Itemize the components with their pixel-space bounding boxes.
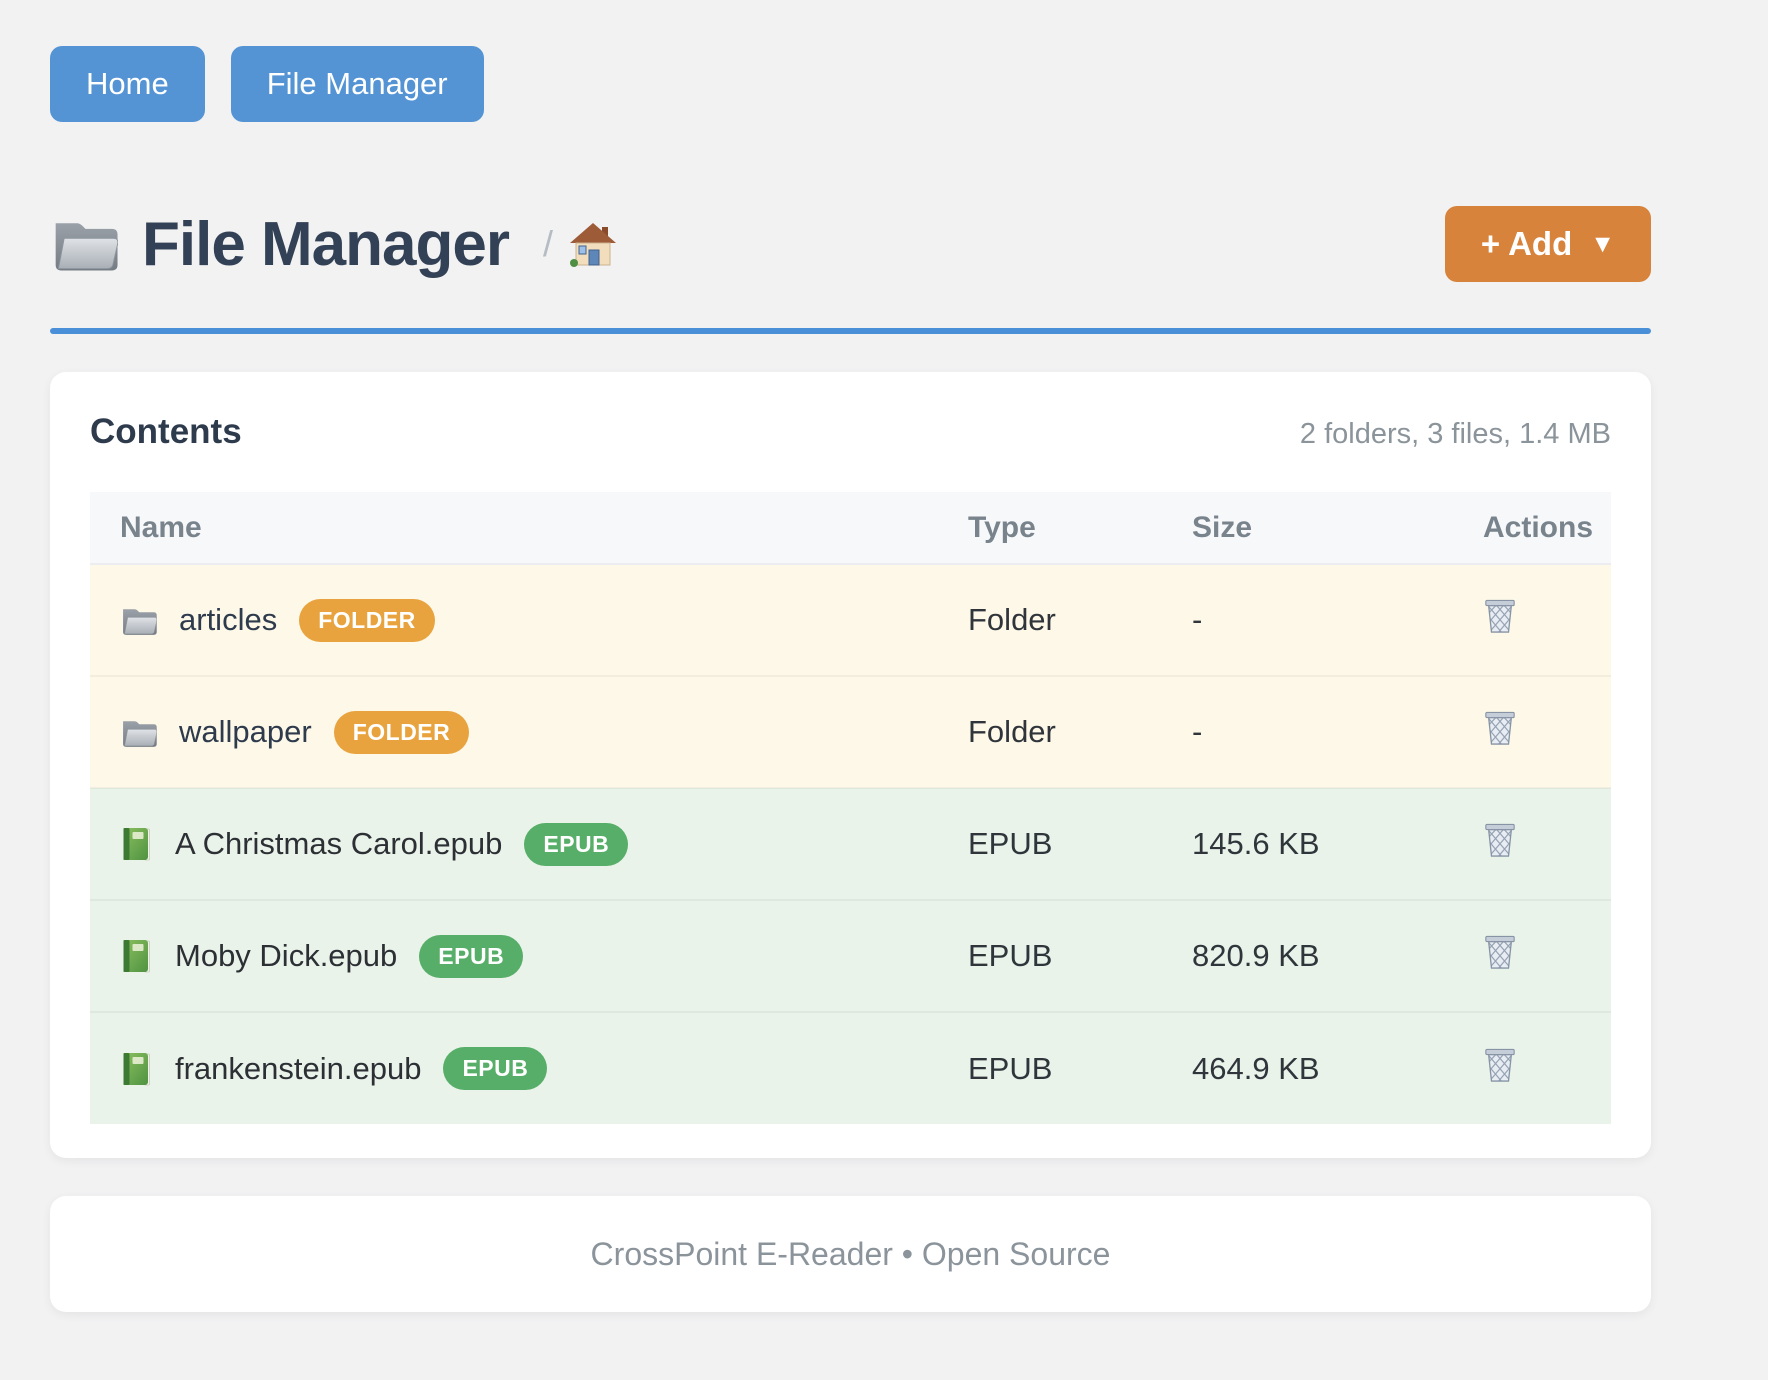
file-manager-nav-button[interactable]: File Manager [231, 46, 484, 122]
actions-cell [1479, 676, 1611, 788]
wastebasket-icon [1483, 821, 1517, 859]
type-cell: Folder [964, 564, 1188, 676]
name-cell: wallpaper FOLDER [90, 676, 964, 788]
item-name-link[interactable]: frankenstein.epub [175, 1051, 421, 1087]
column-header-actions: Actions [1479, 492, 1611, 564]
size-cell: - [1188, 564, 1479, 676]
home-nav-button[interactable]: Home [50, 46, 205, 122]
delete-button[interactable] [1483, 933, 1517, 971]
size-cell: 820.9 KB [1188, 900, 1479, 1012]
house-icon[interactable] [569, 222, 617, 267]
green-book-icon [120, 938, 151, 974]
title-group: File Manager / [50, 209, 617, 280]
contents-header: Contents 2 folders, 3 files, 1.4 MB [90, 412, 1611, 452]
wastebasket-icon [1483, 1046, 1517, 1084]
type-badge: FOLDER [299, 599, 435, 642]
wastebasket-icon [1483, 933, 1517, 971]
wastebasket-icon [1483, 597, 1517, 635]
size-cell: 464.9 KB [1188, 1012, 1479, 1124]
item-name-link[interactable]: A Christmas Carol.epub [175, 826, 502, 862]
column-header-name: Name [90, 492, 964, 564]
type-cell: Folder [964, 676, 1188, 788]
green-book-icon [120, 1051, 151, 1087]
file-table: Name Type Size Actions articles FOLDER F… [90, 492, 1611, 1124]
actions-cell [1479, 900, 1611, 1012]
contents-card: Contents 2 folders, 3 files, 1.4 MB Name… [50, 372, 1651, 1158]
page: Home File Manager File Manager / + Add ▼… [50, 0, 1651, 1312]
add-button-label: + Add [1481, 225, 1572, 263]
table-row: Moby Dick.epub EPUB EPUB 820.9 KB [90, 900, 1611, 1012]
column-header-type: Type [964, 492, 1188, 564]
folder-icon [120, 605, 157, 636]
breadcrumb: / [543, 222, 617, 267]
add-button[interactable]: + Add ▼ [1445, 206, 1651, 282]
footer-card: CrossPoint E-Reader • Open Source [50, 1196, 1651, 1312]
size-cell: 145.6 KB [1188, 788, 1479, 900]
contents-heading: Contents [90, 412, 242, 452]
name-cell: frankenstein.epub EPUB [90, 1012, 964, 1124]
top-nav: Home File Manager [50, 46, 1651, 122]
name-cell: A Christmas Carol.epub EPUB [90, 788, 964, 900]
table-row: A Christmas Carol.epub EPUB EPUB 145.6 K… [90, 788, 1611, 900]
page-header: File Manager / + Add ▼ [50, 206, 1651, 282]
item-name-link[interactable]: articles [179, 602, 277, 638]
page-title: File Manager [142, 209, 509, 280]
name-cell: articles FOLDER [90, 564, 964, 676]
delete-button[interactable] [1483, 709, 1517, 747]
breadcrumb-separator: / [543, 223, 553, 265]
item-name-link[interactable]: wallpaper [179, 714, 312, 750]
folder-icon [50, 215, 118, 273]
type-cell: EPUB [964, 788, 1188, 900]
type-badge: EPUB [524, 823, 628, 866]
type-badge: EPUB [443, 1047, 547, 1090]
caret-down-icon: ▼ [1590, 232, 1615, 257]
footer-text: CrossPoint E-Reader • Open Source [591, 1236, 1111, 1273]
table-row: wallpaper FOLDER Folder - [90, 676, 1611, 788]
title-underline [50, 328, 1651, 334]
file-table-body: articles FOLDER Folder - wallpaper FOLDE… [90, 564, 1611, 1124]
column-header-size: Size [1188, 492, 1479, 564]
wastebasket-icon [1483, 709, 1517, 747]
size-cell: - [1188, 676, 1479, 788]
name-cell: Moby Dick.epub EPUB [90, 900, 964, 1012]
delete-button[interactable] [1483, 821, 1517, 859]
actions-cell [1479, 564, 1611, 676]
contents-summary: 2 folders, 3 files, 1.4 MB [1300, 418, 1611, 451]
green-book-icon [120, 826, 151, 862]
type-cell: EPUB [964, 900, 1188, 1012]
delete-button[interactable] [1483, 597, 1517, 635]
type-cell: EPUB [964, 1012, 1188, 1124]
folder-icon [120, 717, 157, 748]
table-row: articles FOLDER Folder - [90, 564, 1611, 676]
actions-cell [1479, 1012, 1611, 1124]
type-badge: FOLDER [334, 711, 470, 754]
table-row: frankenstein.epub EPUB EPUB 464.9 KB [90, 1012, 1611, 1124]
item-name-link[interactable]: Moby Dick.epub [175, 938, 397, 974]
actions-cell [1479, 788, 1611, 900]
type-badge: EPUB [419, 935, 523, 978]
table-header: Name Type Size Actions [90, 492, 1611, 564]
delete-button[interactable] [1483, 1046, 1517, 1084]
